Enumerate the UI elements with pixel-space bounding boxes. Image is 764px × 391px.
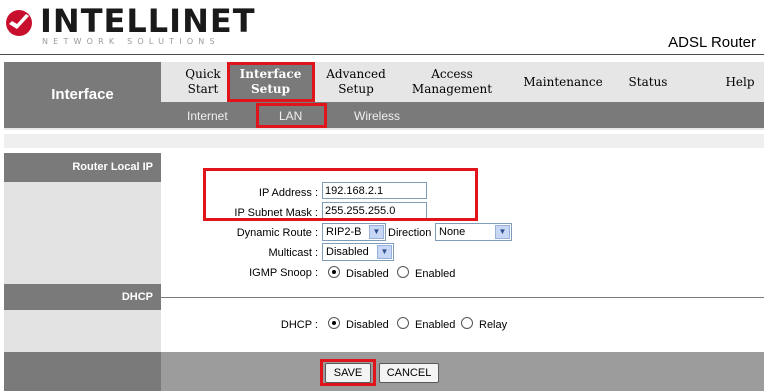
section-router-local-ip: Router Local IP <box>4 153 161 182</box>
nav-section-label: Interface <box>51 86 114 103</box>
content-spacer <box>4 134 764 148</box>
nav-label: Start <box>187 82 219 96</box>
nav-status[interactable]: Status <box>620 62 676 102</box>
model-name: ADSL Router <box>668 34 756 51</box>
chevron-down-icon: ▼ <box>369 225 384 239</box>
dynamic-route-label: Dynamic Route : <box>236 227 318 239</box>
direction-value: None <box>439 226 466 238</box>
multicast-value: Disabled <box>326 246 369 258</box>
igmp-snoop-enabled-radio[interactable] <box>397 266 409 278</box>
dynamic-route-value: RIP2-B <box>326 226 362 238</box>
subnav-lan[interactable]: LAN <box>279 109 302 123</box>
nav-label: Status <box>628 74 668 89</box>
nav-interface-setup[interactable]: Interface Setup <box>229 62 312 102</box>
dhcp-label: DHCP : <box>280 319 318 331</box>
igmp-snoop-disabled-radio[interactable] <box>328 266 340 278</box>
nav-label: Management <box>411 82 493 96</box>
logo-subtitle: NETWORK SOLUTIONS <box>42 37 220 46</box>
chevron-down-icon: ▼ <box>377 245 392 259</box>
subnet-mask-input[interactable] <box>322 202 427 219</box>
igmp-snoop-enabled-label: Enabled <box>415 268 456 280</box>
nav-divider <box>4 128 764 130</box>
intellinet-swoosh-icon <box>6 10 32 36</box>
sub-nav-bar <box>161 102 764 128</box>
nav-label: Interface <box>239 67 302 81</box>
footer-sidebar <box>4 352 161 391</box>
footer-bar <box>161 352 764 391</box>
dhcp-enabled-label: Enabled <box>415 319 456 331</box>
nav-help[interactable]: Help <box>716 62 764 102</box>
multicast-select[interactable]: Disabled ▼ <box>322 243 394 261</box>
dhcp-enabled-radio[interactable] <box>397 317 409 329</box>
section-dhcp: DHCP <box>4 284 161 310</box>
dhcp-relay-label: Relay <box>479 319 508 331</box>
logo-text: INTELLINET <box>40 2 256 40</box>
multicast-label: Multicast : <box>268 247 318 259</box>
nav-quick-start[interactable]: Quick Start <box>172 62 234 102</box>
cancel-button[interactable]: CANCEL <box>379 363 439 383</box>
nav-label: Advanced <box>326 67 386 81</box>
section-sidebar <box>4 182 161 284</box>
igmp-snoop-label: IGMP Snoop : <box>249 267 318 279</box>
dhcp-disabled-radio[interactable] <box>328 317 340 329</box>
section-sidebar <box>4 310 161 352</box>
dhcp-relay-radio[interactable] <box>461 317 473 329</box>
nav-label: Maintenance <box>523 74 603 89</box>
subnav-internet[interactable]: Internet <box>187 109 228 123</box>
nav-label: Setup <box>338 82 374 96</box>
igmp-snoop-disabled-label: Disabled <box>346 268 389 280</box>
subnet-mask-label: IP Subnet Mask : <box>234 207 318 219</box>
header-divider <box>0 54 764 55</box>
nav-advanced-setup[interactable]: Advanced Setup <box>318 62 394 102</box>
chevron-down-icon: ▼ <box>495 225 510 239</box>
direction-label: Direction <box>388 227 432 239</box>
subnav-wireless[interactable]: Wireless <box>354 109 400 123</box>
nav-access-management[interactable]: Access Management <box>404 62 500 102</box>
nav-maintenance[interactable]: Maintenance <box>514 62 612 102</box>
ip-address-label: IP Address : <box>258 187 318 199</box>
section-divider <box>161 297 764 298</box>
nav-section-panel: Interface <box>4 62 161 128</box>
ip-address-input[interactable] <box>322 182 427 199</box>
dynamic-route-select[interactable]: RIP2-B ▼ <box>322 223 386 241</box>
dhcp-disabled-label: Disabled <box>346 319 389 331</box>
nav-label: Setup <box>251 82 290 96</box>
nav-label: Access <box>431 67 473 81</box>
save-button[interactable]: SAVE <box>325 363 371 383</box>
nav-label: Help <box>725 74 755 89</box>
direction-select[interactable]: None ▼ <box>435 223 512 241</box>
nav-label: Quick <box>185 67 221 81</box>
